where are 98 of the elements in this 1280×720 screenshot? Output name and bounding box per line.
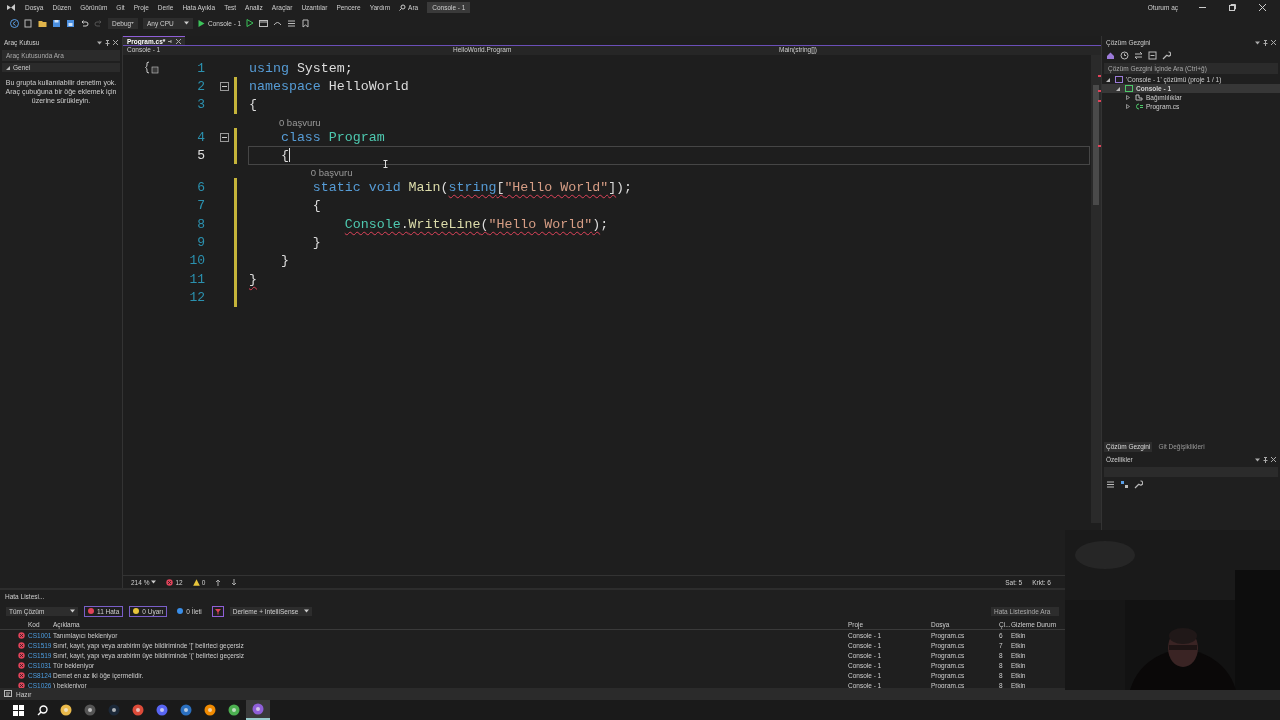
wrench-icon[interactable] [1134,480,1143,489]
error-icon [18,661,25,669]
code-token: } [249,271,257,287]
code-token: "Hello World" [504,180,609,196]
line-number: 2 [196,78,205,94]
line-number: 6 [196,180,205,196]
code-token: ); [616,180,633,196]
play-icon [198,19,205,27]
code-token: HelloWorld [328,78,409,94]
history-icon[interactable] [1120,51,1129,60]
back-icon[interactable] [10,18,19,28]
project-icon [1125,85,1133,92]
code-token: ( [440,180,449,196]
code-token: WriteLine [408,216,481,232]
wrench-icon[interactable] [1162,51,1171,60]
line-number: 10 [188,253,205,269]
studio-taskbar-icon[interactable] [246,700,270,720]
reference-count-link[interactable]: 0 başvuru [278,116,321,128]
code-token: { [249,97,257,113]
home-icon[interactable] [1106,51,1115,60]
line-number: 9 [196,235,205,250]
line-number: 5 [196,147,205,163]
window-icon[interactable] [259,18,269,28]
collapse-all-icon[interactable] [1148,51,1157,60]
code-token: [ [496,180,505,196]
save-icon[interactable] [52,18,61,28]
pin-icon[interactable] [1263,456,1268,463]
line-number: 8 [196,216,205,232]
sync-icon[interactable] [1134,51,1143,60]
line-number: 1 [196,60,205,76]
bookmark-icon[interactable] [301,18,311,28]
code-token: ) [592,216,601,232]
code-token: { [312,198,321,214]
minimize-icon[interactable] [1199,4,1206,11]
code-token: . [400,216,409,232]
collapse-icon[interactable] [219,81,229,91]
dropdown-icon[interactable] [1255,457,1260,462]
filter-icon[interactable] [211,605,224,617]
categorized-icon[interactable] [1106,480,1115,489]
restore-icon[interactable] [1229,4,1236,11]
close-icon[interactable] [1271,40,1276,45]
code-token: string [448,180,497,196]
code-token: } [312,235,321,250]
code-token: ] [608,180,617,196]
close-icon[interactable] [176,38,182,44]
collapse-icon[interactable] [219,132,229,142]
code-token: Program [328,129,385,145]
line-number: 3 [196,97,205,113]
error-icon [18,641,25,649]
csharp-file-icon [1135,103,1143,110]
close-icon[interactable] [113,40,118,45]
quick-actions-icon[interactable] [145,61,159,75]
pin-icon[interactable] [1263,39,1268,46]
line-number: 12 [188,289,205,305]
solution-icon [1115,76,1123,83]
mouse-cursor-icon [383,160,388,168]
pin-icon[interactable] [105,39,110,46]
code-token: using [249,60,289,76]
reference-count-link[interactable]: 0 başvuru [310,167,353,179]
expanded-arrow-icon [6,65,10,70]
new-project-icon[interactable] [24,18,33,28]
output-icon[interactable] [4,690,12,698]
code-token: ( [480,216,489,232]
error-icon [18,631,25,639]
line-number: 4 [196,129,205,145]
expanded-arrow-icon[interactable] [1106,77,1110,82]
line-number: 11 [188,271,205,287]
open-folder-icon[interactable] [38,18,47,28]
code-token: System; [296,60,353,76]
vertical-scrollbar[interactable] [1091,55,1101,523]
code-token: Console [344,216,401,232]
error-icon [18,651,25,659]
sort-icon[interactable] [1120,480,1129,489]
line-number: 7 [196,198,205,214]
dependencies-icon [1135,94,1143,101]
code-token: namespace [249,78,321,94]
undo-icon[interactable] [80,18,89,28]
error-icon [18,671,25,679]
close-icon[interactable] [1259,4,1266,11]
play-outline-icon[interactable] [246,19,255,27]
code-token: ; [600,216,609,232]
close-icon[interactable] [1271,457,1276,462]
text-cursor [288,148,291,163]
code-token: "Hello World" [488,216,593,232]
up-arrow-icon[interactable] [215,578,222,586]
code-token: { [280,147,289,163]
code-token: static void [312,180,401,196]
code-token: class [280,129,321,145]
app-logo-icon [6,3,16,12]
dropdown-icon[interactable] [97,40,102,45]
dropdown-icon[interactable] [1255,40,1260,45]
save-all-icon[interactable] [66,18,75,28]
code-token: Main [408,180,441,196]
expanded-arrow-icon[interactable] [1116,86,1120,91]
down-arrow-icon[interactable] [231,578,238,586]
code-token: } [280,253,289,269]
list-icon[interactable] [287,18,297,28]
pin-icon[interactable] [168,38,174,44]
